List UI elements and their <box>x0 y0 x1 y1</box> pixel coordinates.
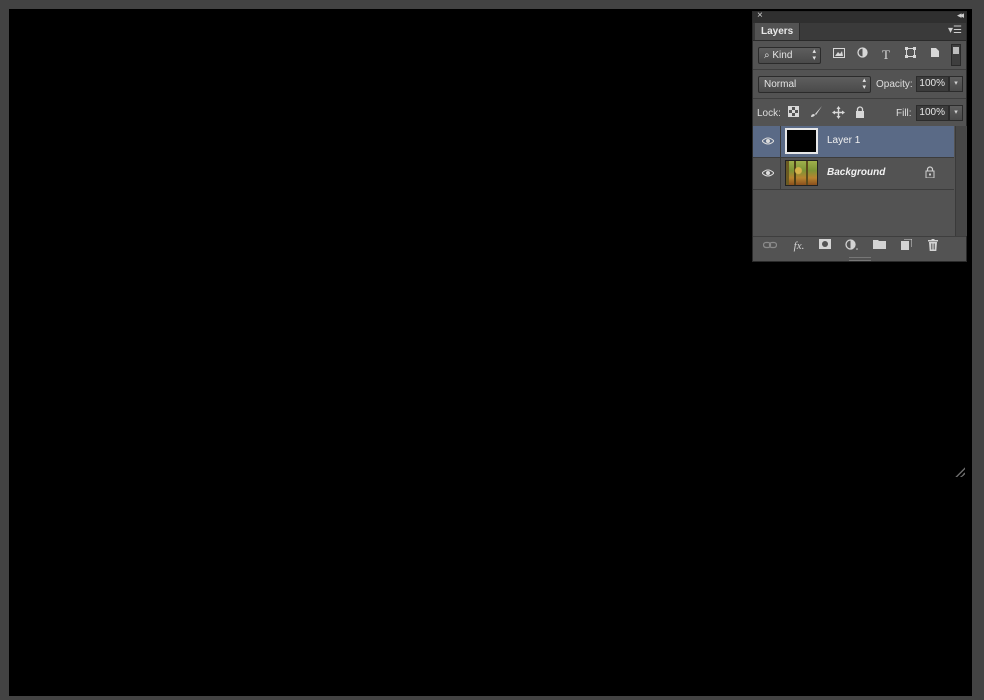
blend-mode-select[interactable]: Normal ▴ ▾ <box>758 76 871 93</box>
layers-bottom-bar: fx. <box>753 236 966 477</box>
blend-row: Normal ▴ ▾ Opacity: 100% ▾ <box>753 73 966 95</box>
divider <box>753 69 966 70</box>
visibility-eye-icon[interactable] <box>761 137 775 145</box>
blend-mode-value: Normal <box>764 79 797 90</box>
filter-kind-select[interactable]: ⌕ Kind ▴ ▾ <box>758 47 821 64</box>
link-icon[interactable] <box>762 239 778 253</box>
layer-row-background[interactable]: Background <box>753 158 954 190</box>
tab-layers[interactable]: Layers <box>755 23 801 40</box>
filter-row: ⌕ Kind ▴ ▾ T <box>753 44 966 66</box>
layer-thumbnail <box>785 160 818 186</box>
lock-transparent-icon[interactable] <box>786 106 800 120</box>
opacity-label: Opacity: <box>876 79 913 90</box>
lock-row: Lock: Fill: 100% ▾ <box>753 102 966 124</box>
layer-lock-icon[interactable] <box>925 166 935 181</box>
filter-toggle[interactable] <box>951 44 961 66</box>
close-icon[interactable]: × <box>757 10 763 21</box>
layer-row-layer-1[interactable]: Layer 1 <box>753 126 954 158</box>
layers-list: Layer 1 Background <box>753 126 954 236</box>
new-layer-icon[interactable] <box>898 238 914 253</box>
panel-titlebar: × ◂◂ <box>753 10 966 23</box>
layers-panel: × ◂◂ Layers ▾☰ ⌕ Kind ▴ ▾ T Normal ▴ ▾ O… <box>752 10 967 477</box>
fill-field[interactable]: 100% <box>916 105 949 121</box>
lock-position-icon[interactable] <box>831 106 845 120</box>
layer-thumbnail <box>785 128 818 154</box>
layer-name[interactable]: Background <box>827 167 885 178</box>
trash-icon[interactable] <box>925 239 941 253</box>
divider <box>780 126 781 157</box>
updown-icon: ▴ ▾ <box>812 48 816 62</box>
opacity-field[interactable]: 100% <box>916 76 949 92</box>
divider <box>780 158 781 189</box>
filter-kind-label: Kind <box>772 50 793 61</box>
image-filter-icon[interactable] <box>831 47 847 63</box>
panel-tabs: Layers ▾☰ <box>753 23 966 41</box>
layer-name[interactable]: Layer 1 <box>827 135 860 146</box>
fill-label: Fill: <box>896 108 912 119</box>
panel-grip[interactable] <box>849 257 871 261</box>
collapse-icon[interactable]: ◂◂ <box>957 10 964 21</box>
visibility-eye-icon[interactable] <box>761 169 775 177</box>
lock-label: Lock: <box>757 108 781 119</box>
adjustment-filter-icon[interactable] <box>854 47 870 63</box>
mask-icon[interactable] <box>817 239 833 253</box>
smart-object-filter-icon[interactable] <box>926 47 942 63</box>
type-filter-icon[interactable]: T <box>878 47 894 63</box>
fill-dropdown[interactable]: ▾ <box>949 105 963 121</box>
layers-scrollbar[interactable] <box>955 126 967 236</box>
adjustment-layer-icon[interactable] <box>844 239 860 253</box>
lock-paint-icon[interactable] <box>809 106 823 120</box>
resize-grip-icon[interactable] <box>955 467 965 477</box>
shape-filter-icon[interactable] <box>902 47 918 63</box>
updown-icon: ▴ ▾ <box>862 77 866 91</box>
fx-icon[interactable]: fx. <box>791 239 807 253</box>
lock-all-icon[interactable] <box>853 106 867 120</box>
panel-menu-icon[interactable]: ▾☰ <box>948 24 962 38</box>
folder-icon[interactable] <box>871 239 887 253</box>
divider <box>753 98 966 99</box>
opacity-dropdown[interactable]: ▾ <box>949 76 963 92</box>
